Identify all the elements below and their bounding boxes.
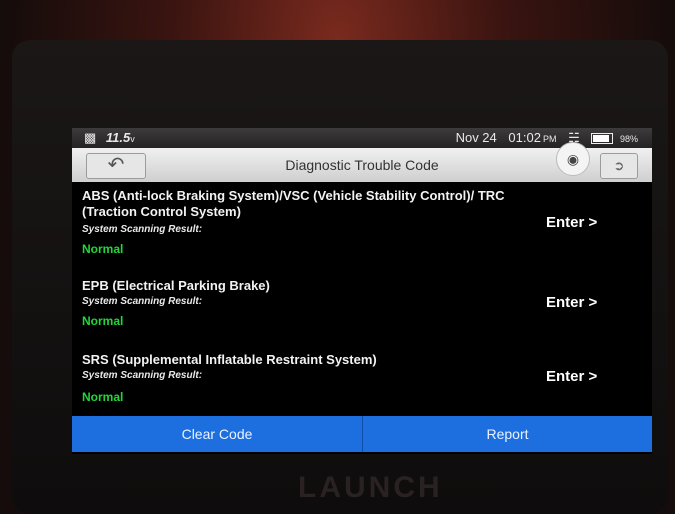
screenshot-button[interactable]: ◉ <box>556 142 590 176</box>
enter-button[interactable]: Enter > <box>546 368 597 385</box>
system-name: ABS (Anti-lock Braking System)/VSC (Vehi… <box>82 188 505 219</box>
clear-code-button[interactable]: Clear Code <box>72 416 362 452</box>
back-arrow-icon: ↶ <box>107 154 125 176</box>
scan-status: Normal <box>82 314 124 328</box>
status-right: Nov 24 01:02 PM ☵ 98% <box>448 128 638 149</box>
enter-button[interactable]: Enter > <box>546 214 597 231</box>
status-left: ▩ 11.5v <box>84 128 135 149</box>
report-button[interactable]: Report <box>363 416 652 452</box>
status-ampm: PM <box>542 134 557 144</box>
system-name: SRS (Supplemental Inflatable Restraint S… <box>82 352 377 367</box>
voltage-readout: 11.5 <box>105 130 131 145</box>
system-name: EPB (Electrical Parking Brake) <box>82 278 270 293</box>
enter-button[interactable]: Enter > <box>546 294 597 311</box>
scan-result-label: System Scanning Result: <box>82 296 203 307</box>
voltage-unit: v <box>130 134 135 144</box>
vehicle-battery-icon: ▩ <box>84 130 97 145</box>
scan-result-label: System Scanning Result: <box>82 370 203 381</box>
camera-icon: ◉ <box>566 151 580 167</box>
brand-logo: LAUNCH <box>298 471 443 504</box>
status-time: 01:02 <box>508 130 541 145</box>
bottom-action-bar: Clear Code Report <box>72 416 652 452</box>
battery-percent: 98% <box>619 134 638 144</box>
status-date: Nov 24 <box>455 130 497 145</box>
scan-status: Normal <box>82 242 124 256</box>
device-screen: ▩ 11.5v Nov 24 01:02 PM ☵ 98% Diagnostic … <box>72 128 652 454</box>
back-button[interactable]: ↶ <box>86 153 146 179</box>
title-bar: Diagnostic Trouble Code ↶ ◉ ➲ <box>72 142 652 182</box>
battery-icon <box>591 133 614 145</box>
exit-icon: ➲ <box>613 158 625 173</box>
scan-status: Normal <box>82 390 124 404</box>
scan-result-label: System Scanning Result: <box>82 224 203 235</box>
exit-button[interactable]: ➲ <box>600 153 638 179</box>
